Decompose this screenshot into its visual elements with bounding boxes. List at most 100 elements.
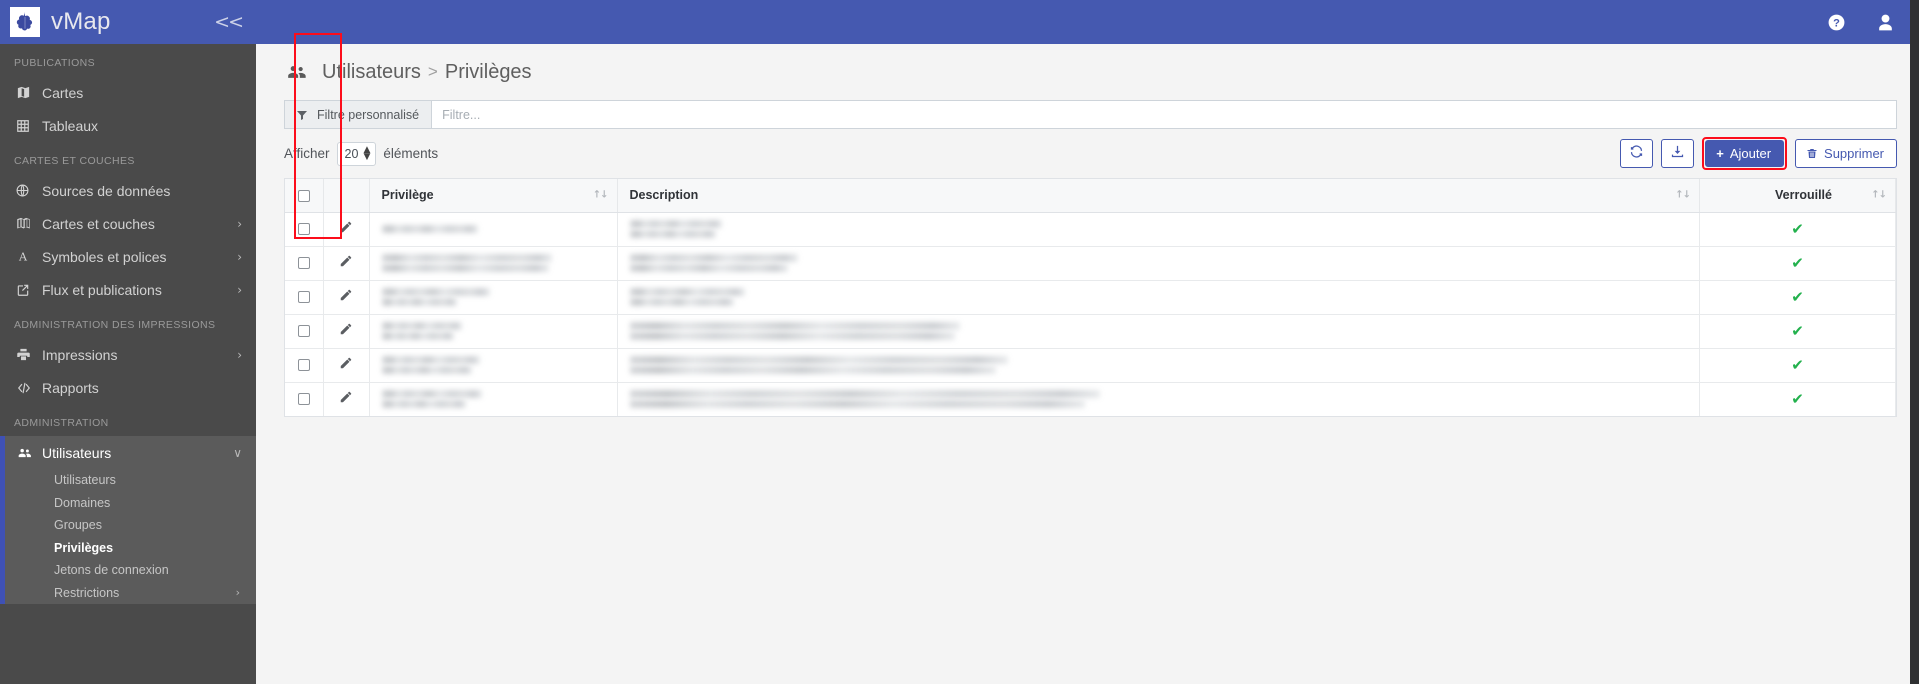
table-head: Privilège ↑↓ Description ↑↓ Verrouillé ↑… — [285, 179, 1896, 213]
column-header-verrouille[interactable]: Verrouillé ↑↓ — [1699, 179, 1896, 213]
sidebar-item-utilisateurs[interactable]: Utilisateurs ∨ — [0, 436, 256, 469]
page-size-select[interactable]: 20 ▲ ▼ — [336, 141, 377, 166]
redacted-text — [381, 254, 605, 272]
delete-button[interactable]: Supprimer — [1795, 139, 1897, 168]
sidebar-item-tableaux[interactable]: Tableaux — [0, 109, 256, 142]
sidebar-item-rapports[interactable]: Rapports — [0, 371, 256, 404]
sidebar-subitem-privileges[interactable]: Privilèges — [0, 537, 256, 560]
sidebar-item-cartes-et-couches[interactable]: Cartes et couches › — [0, 207, 256, 240]
nav-section-administration-des-impressions: ADMINISTRATION DES IMPRESSIONS — [14, 319, 216, 331]
sidebar-item-impressions[interactable]: Impressions › — [0, 338, 256, 371]
chevron-right-icon: › — [237, 347, 242, 362]
table-row[interactable]: ✔ — [285, 348, 1896, 383]
delete-button-label: Supprimer — [1824, 146, 1884, 161]
pencil-edit-icon[interactable] — [339, 220, 353, 234]
cell-verrouille: ✔ — [1699, 348, 1896, 383]
pencil-edit-icon[interactable] — [339, 288, 353, 302]
redacted-text — [629, 254, 1688, 272]
row-checkbox[interactable] — [297, 256, 310, 269]
help-circle-icon[interactable]: ? — [1827, 13, 1846, 32]
select-all-checkbox[interactable] — [297, 189, 310, 202]
custom-filter-button[interactable]: Filtre personnalisé — [285, 101, 433, 128]
breadcrumb-current: Privilèges — [444, 60, 532, 83]
sidebar-item-label: Symboles et polices — [42, 248, 167, 265]
row-select-cell — [285, 382, 324, 416]
redacted-text — [381, 225, 605, 233]
table-row[interactable]: ✔ — [285, 280, 1896, 315]
sidebar-item-label: Cartes et couches — [42, 215, 155, 232]
table-row[interactable]: ✔ — [285, 212, 1896, 247]
font-a-icon: A — [16, 249, 42, 264]
row-select-cell — [285, 348, 324, 383]
cell-description — [617, 314, 1700, 349]
table-row[interactable]: ✔ — [285, 246, 1896, 281]
sidebar: vMap << PUBLICATIONS Cartes Tableaux CAR… — [0, 0, 256, 684]
column-header-description[interactable]: Description ↑↓ — [617, 179, 1700, 213]
sort-icon[interactable]: ↑↓ — [1675, 190, 1691, 201]
add-button[interactable]: + Ajouter — [1705, 140, 1785, 167]
sidebar-item-symboles-et-polices[interactable]: A Symboles et polices › — [0, 240, 256, 273]
trash-bin-icon — [1806, 147, 1818, 160]
refresh-circular-icon — [1629, 144, 1644, 164]
users-group-icon — [16, 446, 42, 460]
redacted-text — [381, 390, 605, 409]
sidebar-subitem-jetons-de-connexion[interactable]: Jetons de connexion — [0, 559, 256, 582]
pencil-edit-icon[interactable] — [339, 390, 353, 404]
checkmark-icon: ✔ — [1791, 389, 1804, 408]
sidebar-subitem-groupes[interactable]: Groupes — [0, 514, 256, 537]
pencil-edit-icon[interactable] — [339, 356, 353, 370]
sidebar-subitem-label: Restrictions — [54, 585, 120, 600]
chevron-down-icon: ∨ — [233, 445, 242, 460]
sort-icon[interactable]: ↑↓ — [1871, 190, 1887, 201]
chevron-right-icon: › — [235, 586, 240, 600]
add-button-highlight: + Ajouter — [1702, 137, 1788, 170]
sidebar-item-cartes[interactable]: Cartes — [0, 76, 256, 109]
sidebar-item-sources-de-donnees[interactable]: Sources de données — [0, 174, 256, 207]
sort-icon[interactable]: ↑↓ — [593, 190, 609, 201]
breadcrumb-parent[interactable]: Utilisateurs — [322, 61, 421, 84]
filter-input[interactable] — [432, 101, 1896, 128]
sidebar-item-label: Impressions — [42, 346, 118, 363]
globe-icon — [16, 184, 42, 197]
sidebar-subitem-label: Privilèges — [54, 540, 114, 555]
cell-description — [617, 382, 1700, 416]
download-export-icon — [1670, 144, 1685, 164]
users-group-icon — [284, 62, 309, 82]
sidebar-subitem-label: Jetons de connexion — [54, 563, 169, 578]
table-row[interactable]: ✔ — [285, 382, 1896, 416]
sidebar-subitem-utilisateurs[interactable]: Utilisateurs — [0, 469, 256, 492]
chevron-right-icon: › — [237, 282, 242, 297]
main-area: ? Utilisateurs > Privilèges Filtre perso… — [256, 0, 1919, 684]
sidebar-collapse-button[interactable]: << — [214, 11, 244, 33]
row-edit-cell — [323, 348, 370, 383]
redacted-text — [629, 390, 1688, 409]
sidebar-subitem-label: Domaines — [54, 495, 111, 510]
sidebar-item-label: Rapports — [42, 379, 99, 396]
pencil-edit-icon[interactable] — [339, 254, 353, 268]
row-checkbox[interactable] — [297, 222, 310, 235]
checkmark-icon: ✔ — [1791, 321, 1804, 340]
checkmark-icon: ✔ — [1791, 219, 1804, 238]
privileges-table-container: Privilège ↑↓ Description ↑↓ Verrouillé ↑… — [284, 33, 1897, 417]
table-row[interactable]: ✔ — [285, 314, 1896, 349]
sidebar-subitem-restrictions[interactable]: Restrictions › — [0, 582, 256, 605]
column-header-select-all — [285, 179, 324, 213]
row-checkbox[interactable] — [297, 290, 310, 303]
refresh-button[interactable] — [1620, 139, 1654, 168]
sidebar-nav: PUBLICATIONS Cartes Tableaux CARTES ET C… — [0, 44, 256, 604]
column-header-privilege[interactable]: Privilège ↑↓ — [369, 179, 618, 213]
sidebar-item-label: Cartes — [42, 84, 84, 101]
export-button[interactable] — [1661, 139, 1695, 168]
user-account-icon[interactable] — [1876, 13, 1895, 32]
sidebar-item-label: Tableaux — [42, 117, 99, 134]
pencil-edit-icon[interactable] — [339, 322, 353, 336]
row-checkbox[interactable] — [297, 393, 310, 406]
table-grid-icon — [16, 119, 42, 133]
checkmark-icon: ✔ — [1791, 355, 1804, 374]
sidebar-subitem-domaines[interactable]: Domaines — [0, 492, 256, 515]
row-checkbox[interactable] — [297, 324, 310, 337]
page-size-control: Afficher 20 ▲ ▼ éléments — [284, 141, 438, 166]
sidebar-item-flux-et-publications[interactable]: Flux et publications › — [0, 273, 256, 306]
add-button-label: Ajouter — [1729, 146, 1772, 161]
row-checkbox[interactable] — [297, 358, 310, 371]
